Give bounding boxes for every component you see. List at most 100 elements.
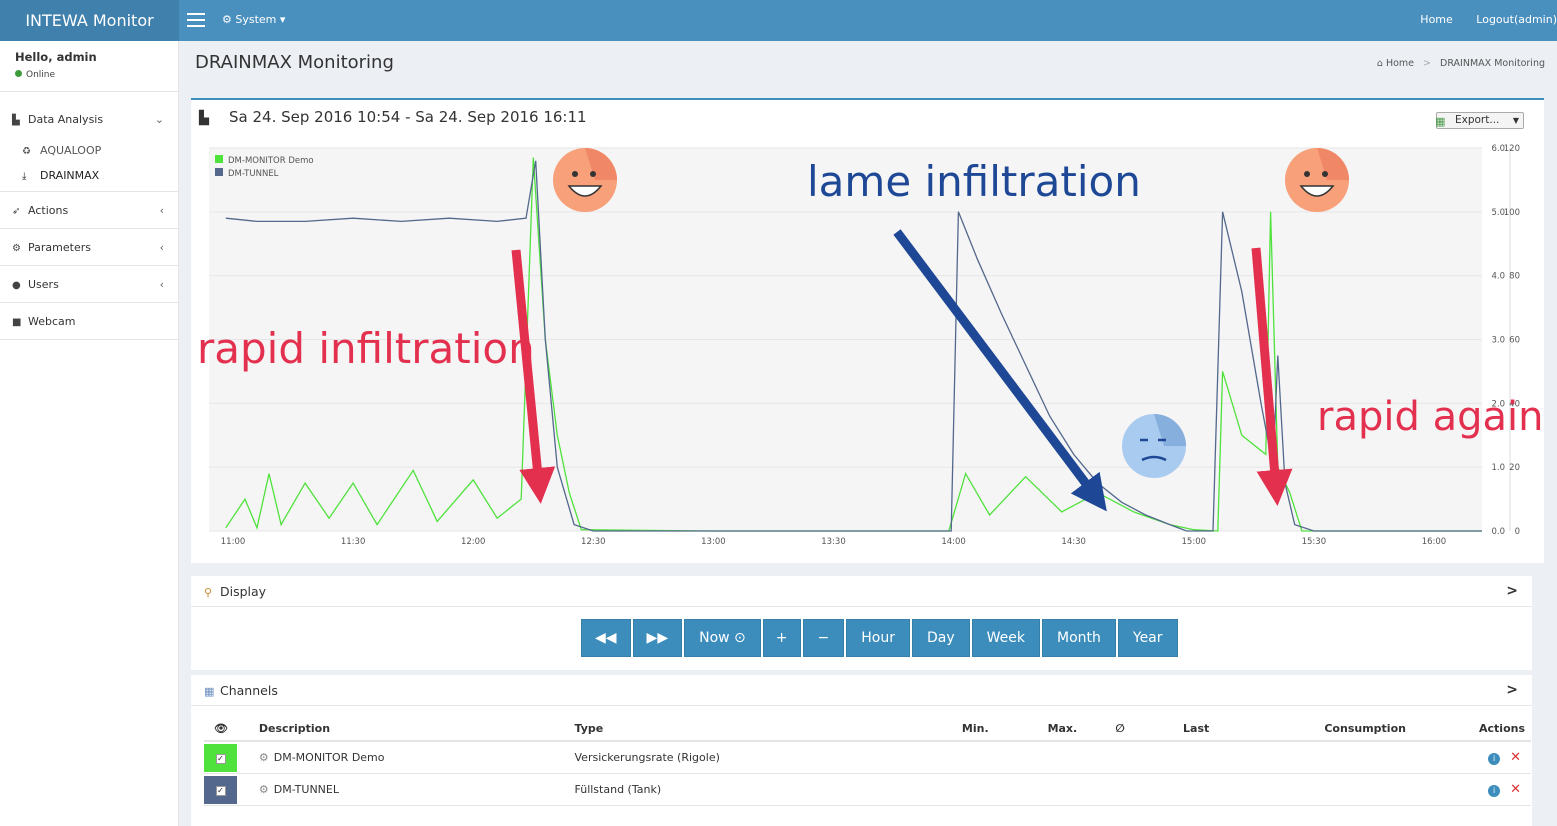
sidebar-item-label: Parameters	[28, 241, 91, 254]
sidebar-subitem-drainmax[interactable]: ⤓ DRAINMAX	[0, 163, 178, 192]
info-icon[interactable]: i	[1488, 784, 1501, 797]
channel-description-label: DM-MONITOR Demo	[273, 750, 385, 764]
y-right-tick-label: 60	[1509, 336, 1520, 346]
sidebar-item-actions[interactable]: ➶ Actions ‹	[0, 192, 178, 229]
visibility-checkbox[interactable]: ✓	[215, 786, 226, 796]
sidebar-item-users[interactable]: ● Users ‹	[0, 266, 178, 303]
visibility-checkbox[interactable]: ✓	[215, 754, 226, 765]
video-camera-icon: ■	[12, 317, 22, 328]
plug-icon: ⚙	[258, 782, 269, 796]
channel-min	[961, 741, 1048, 774]
chevron-left-icon: ‹	[159, 278, 164, 291]
user-icon: ●	[12, 280, 21, 291]
channels-panel-title: Channels	[220, 683, 278, 698]
chevron-right-icon[interactable]: >	[1506, 576, 1518, 607]
y-right-tick-label: 20	[1509, 463, 1520, 473]
channel-min	[961, 773, 1048, 806]
x-tick-label: 16:00	[1422, 537, 1447, 547]
y-left-tick-label: 0.0	[1491, 527, 1505, 537]
y-right-tick-label: 0	[1515, 527, 1520, 537]
system-menu[interactable]: ⚙ System ▾	[222, 13, 285, 26]
page-title: DRAINMAX Monitoring	[195, 52, 394, 73]
column-header: Last	[1183, 717, 1325, 742]
channel-max	[1047, 741, 1116, 774]
y-right-tick-label: 120	[1504, 144, 1520, 154]
gear-icon: ⚙	[12, 243, 21, 254]
menu-toggle-icon[interactable]	[187, 13, 205, 27]
column-header: Actions	[1479, 717, 1531, 742]
delete-icon[interactable]: ✕	[1510, 750, 1521, 765]
table-row: ✓ ⚙ DM-TUNNEL Füllstand (Tank) i ✕	[204, 773, 1531, 806]
chevron-right-icon[interactable]: >	[1506, 675, 1518, 706]
sidebar-subitem-label: AQUALOOP	[40, 144, 102, 157]
chevron-left-icon: ‹	[159, 241, 164, 254]
channel-type: Füllstand (Tank)	[574, 773, 962, 806]
sidebar-item-parameters[interactable]: ⚙ Parameters ‹	[0, 229, 178, 266]
app-logo[interactable]: INTEWA Monitor	[0, 0, 179, 41]
legend-swatch-tunnel	[215, 168, 223, 176]
table-row: ✓ ⚙ DM-MONITOR Demo Versickerungsrate (Ri…	[204, 741, 1531, 774]
rewind-button[interactable]: ◀◀	[581, 619, 631, 657]
channels-panel-header[interactable]: ▦ Channels >	[191, 675, 1532, 706]
channel-type: Versickerungsrate (Rigole)	[574, 741, 962, 774]
legend-label-demo: DM-MONITOR Demo	[228, 156, 314, 166]
channel-consumption	[1324, 741, 1479, 774]
chart: 11:00 11:30 12:00 12:30 13:00 13:30 14:00 14:30…	[197, 144, 1544, 547]
visibility-eye-icon: 👁	[204, 717, 259, 742]
display-panel-header[interactable]: ⚲ Display >	[191, 576, 1532, 607]
channel-avg	[1115, 773, 1184, 806]
x-tick-label: 13:00	[701, 537, 726, 547]
breadcrumb-separator: >	[1423, 58, 1431, 69]
week-button[interactable]: Week	[971, 619, 1040, 657]
sidebar-item-webcam[interactable]: ■ Webcam	[0, 303, 178, 340]
area-chart-icon: ▙	[12, 115, 20, 126]
user-status-label: Online	[26, 70, 56, 80]
x-tick-label: 12:00	[461, 537, 486, 547]
info-icon[interactable]: i	[1488, 752, 1501, 765]
sidebar-item-label: Data Analysis	[28, 113, 104, 126]
month-button[interactable]: Month	[1041, 619, 1116, 657]
x-tick-label: 14:00	[941, 537, 966, 547]
magnifier-icon: ⚲	[204, 586, 213, 599]
channel-consumption	[1324, 773, 1479, 806]
sidebar-subitem-aqualoop[interactable]: ♻ AQUALOOP	[0, 138, 178, 163]
chevron-left-icon: ‹	[159, 204, 164, 217]
x-tick-label: 13:30	[821, 537, 846, 547]
channel-max	[1047, 773, 1116, 806]
rocket-icon: ➶	[12, 206, 21, 217]
zoom-in-button[interactable]: +	[762, 619, 801, 657]
hour-button[interactable]: Hour	[846, 619, 910, 657]
breadcrumb-home[interactable]: Home	[1386, 58, 1414, 69]
sidebar-item-label: Actions	[28, 204, 69, 217]
delete-icon[interactable]: ✕	[1510, 782, 1521, 797]
chart-box: ▙ Sa 24. Sep 2016 10:54 - Sa 24. Sep 2016…	[191, 98, 1544, 563]
x-tick-label: 15:30	[1302, 537, 1327, 547]
column-header: Type	[574, 717, 962, 742]
table-header-row: 👁 Description Type Min. Max. ∅ Last Cons…	[204, 717, 1531, 742]
column-header: Description	[258, 717, 575, 742]
now-button[interactable]: Now ⊙	[684, 619, 761, 657]
y-right-tick-label: 100	[1504, 208, 1520, 218]
fast-forward-button[interactable]: ▶▶	[632, 619, 683, 657]
day-button[interactable]: Day	[911, 619, 970, 657]
x-tick-label: 12:30	[581, 537, 606, 547]
row-toggle-cell: ✓	[204, 741, 259, 774]
column-header: Min.	[961, 717, 1048, 742]
top-right-links: Home Logout(admin)	[1400, 13, 1557, 26]
happy-face-icon	[1285, 148, 1349, 212]
row-toggle-cell: ✓	[204, 773, 259, 806]
chevron-down-icon: ⌄	[154, 113, 164, 126]
time-navigation-buttons: ◀◀ ▶▶ Now ⊙ + − Hour Day Week Month Year	[581, 619, 1180, 657]
legend-label-tunnel: DM-TUNNEL	[228, 169, 279, 179]
x-tick-label: 11:30	[341, 537, 366, 547]
logout-link[interactable]: Logout(admin)	[1476, 13, 1557, 26]
y-right-tick-label: 80	[1509, 272, 1520, 282]
home-link[interactable]: Home	[1420, 13, 1452, 26]
year-button[interactable]: Year	[1117, 619, 1178, 657]
row-actions: i ✕	[1479, 741, 1531, 774]
channel-avg	[1115, 741, 1184, 774]
channel-color-swatch: ✓	[204, 744, 237, 773]
sidebar-item-data-analysis[interactable]: ▙ Data Analysis ⌄	[0, 101, 178, 138]
zoom-out-button[interactable]: −	[802, 619, 845, 657]
column-header: Max.	[1047, 717, 1116, 742]
